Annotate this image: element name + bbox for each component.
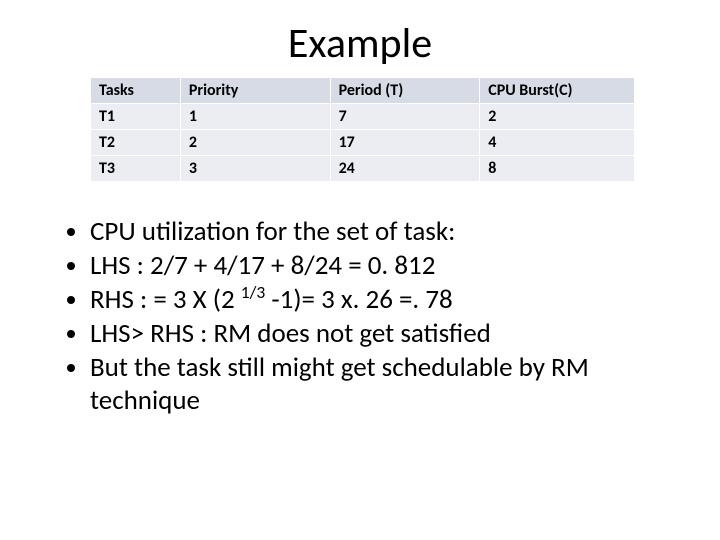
task-table: Tasks Priority Period (T) CPU Burst(C) T… <box>90 77 635 182</box>
cell: 4 <box>480 130 635 156</box>
col-header: Period (T) <box>330 78 480 104</box>
cell: 7 <box>330 104 480 130</box>
superscript: 1/3 <box>241 281 266 303</box>
col-header: CPU Burst(C) <box>480 78 635 104</box>
table-row: T2 2 17 4 <box>91 130 635 156</box>
cell: 17 <box>330 130 480 156</box>
cell: T1 <box>91 104 181 130</box>
table: Tasks Priority Period (T) CPU Burst(C) T… <box>90 77 635 182</box>
text: RHS : = 3 X (2 <box>90 283 241 316</box>
list-item: LHS : 2/7 + 4/17 + 8/24 = 0. 812 <box>90 250 680 283</box>
cell: T2 <box>91 130 181 156</box>
table-row: T3 3 24 8 <box>91 156 635 182</box>
list-item: LHS> RHS : RM does not get satisfied <box>90 318 680 351</box>
cell: 1 <box>180 104 330 130</box>
cell: 3 <box>180 156 330 182</box>
cell: 2 <box>180 130 330 156</box>
list-item: CPU utilization for the set of task: <box>90 216 680 249</box>
table-header-row: Tasks Priority Period (T) CPU Burst(C) <box>91 78 635 104</box>
col-header: Priority <box>180 78 330 104</box>
page-title: Example <box>0 0 720 77</box>
table-row: T1 1 7 2 <box>91 104 635 130</box>
list-item: But the task still might get schedulable… <box>90 352 680 418</box>
text: -1)= 3 x. 26 =. 78 <box>265 283 452 316</box>
cell: 2 <box>480 104 635 130</box>
cell: 8 <box>480 156 635 182</box>
slide: Example Tasks Priority Period (T) CPU Bu… <box>0 0 720 540</box>
list-item: RHS : = 3 X (2 1/3 -1)= 3 x. 26 =. 78 <box>90 284 680 317</box>
col-header: Tasks <box>91 78 181 104</box>
bullet-list: CPU utilization for the set of task: LHS… <box>68 216 680 418</box>
cell: T3 <box>91 156 181 182</box>
cell: 24 <box>330 156 480 182</box>
